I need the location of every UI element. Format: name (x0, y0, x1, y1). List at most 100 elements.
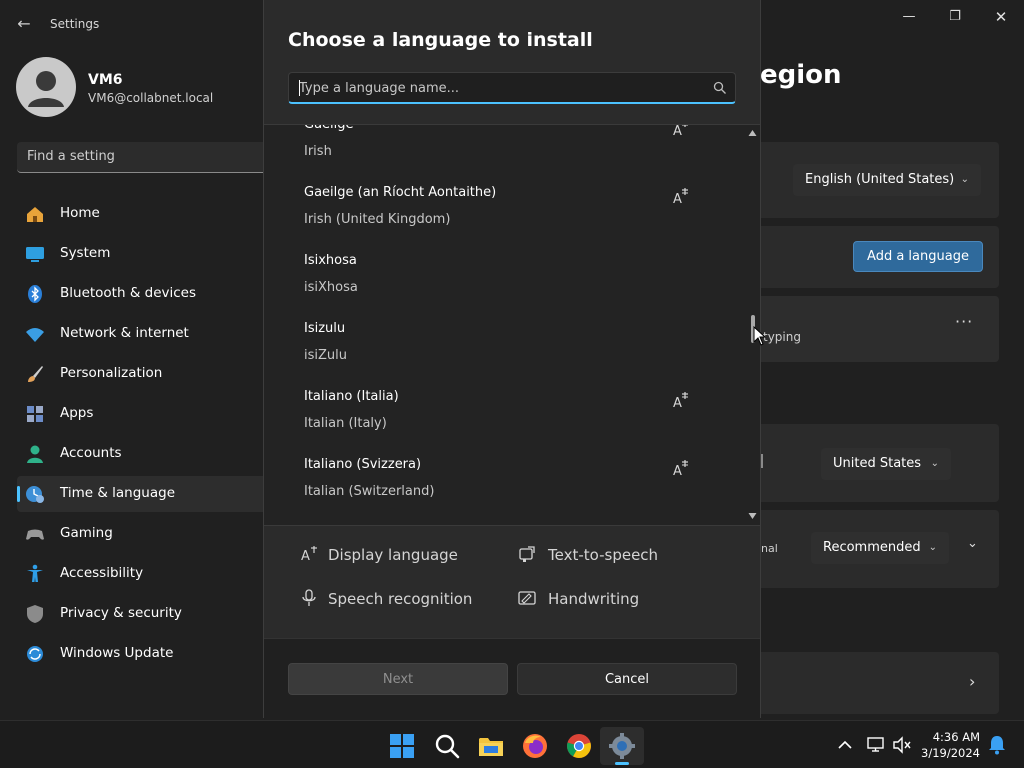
language-search-box[interactable] (288, 72, 736, 104)
country-region-card: United States ⌄ (761, 424, 999, 502)
update-icon (27, 646, 43, 662)
firefox-icon[interactable] (522, 733, 548, 759)
minimize-icon[interactable]: — (894, 6, 924, 28)
display-language-icon: A (673, 125, 688, 137)
language-option[interactable]: Isizulu isiZulu (304, 321, 704, 363)
speech-recognition-label: Speech recognition (328, 590, 473, 608)
text-to-speech-label: Text-to-speech (548, 546, 659, 564)
language-name: Gaeilge (304, 124, 354, 132)
language-entry-card[interactable]: typing ··· (761, 296, 999, 362)
brush-icon (28, 366, 43, 382)
language-option[interactable]: Isixhosa isiXhosa (304, 253, 704, 295)
svg-text:A: A (301, 549, 310, 563)
notification-bell-icon[interactable] (988, 735, 1006, 755)
mouse-cursor-icon (753, 326, 767, 346)
sidebar-item-label: Time & language (60, 485, 176, 501)
search-icon[interactable] (434, 733, 460, 759)
language-option[interactable]: Gaeilge (an Ríocht Aontaithe) Irish (Unit… (304, 185, 704, 227)
sidebar-item-gaming[interactable]: Gaming (17, 516, 267, 552)
chevron-down-icon: ⌄ (930, 458, 939, 469)
taskbar: 4:36 AM 3/19/2024 (0, 720, 1024, 768)
scroll-down-icon[interactable] (748, 512, 757, 520)
regional-fragment: nal (761, 542, 778, 555)
active-app-indicator (615, 762, 629, 765)
sidebar-item-windows-update[interactable]: Windows Update (17, 636, 267, 672)
sidebar-item-time-language[interactable]: Time & language (17, 476, 267, 512)
settings-icon[interactable] (609, 733, 635, 759)
time-language-icon (26, 486, 44, 503)
sidebar-item-label: System (60, 245, 111, 261)
sidebar-item-home[interactable]: Home (17, 196, 267, 232)
sidebar-item-accounts[interactable]: Accounts (17, 436, 267, 472)
handwriting-icon (518, 591, 536, 605)
sidebar-item-accessibility[interactable]: Accessibility (17, 556, 267, 592)
regional-format-value: Recommended (823, 540, 921, 555)
more-options-icon[interactable]: ··· (955, 312, 973, 331)
back-arrow-icon[interactable]: ← (14, 14, 34, 34)
system-clock[interactable]: 4:36 AM 3/19/2024 (921, 729, 980, 761)
display-language-icon: A (673, 392, 688, 409)
volume-muted-icon[interactable] (892, 735, 912, 755)
expand-chevron-icon[interactable]: ⌄ (967, 536, 978, 551)
display-language-dropdown[interactable]: English (United States) ⌄ (793, 164, 981, 196)
sidebar-item-privacy-security[interactable]: Privacy & security (17, 596, 267, 632)
sidebar-item-bluetooth-devices[interactable]: Bluetooth & devices (17, 276, 267, 312)
language-option[interactable]: Gaeilge Irish A (304, 124, 704, 159)
close-icon[interactable]: ✕ (986, 6, 1016, 28)
file-explorer-icon[interactable] (478, 733, 504, 759)
user-silhouette-icon (28, 71, 64, 107)
cancel-button[interactable]: Cancel (517, 663, 737, 695)
next-button[interactable]: Next (288, 663, 508, 695)
language-translation: Irish (United Kingdom) (304, 212, 451, 227)
svg-text:A: A (673, 464, 682, 477)
country-value: United States (833, 456, 922, 471)
system-icon (26, 247, 44, 262)
more-settings-card[interactable]: › (761, 652, 999, 714)
gaming-icon (26, 529, 44, 540)
sidebar-item-personalization[interactable]: Personalization (17, 356, 267, 392)
sidebar-item-network-internet[interactable]: Network & internet (17, 316, 267, 352)
preferred-languages-card: Add a language (761, 226, 999, 288)
chevron-right-icon: › (969, 672, 976, 691)
user-name: VM6 (88, 72, 123, 88)
language-name: Italiano (Svizzera) (304, 457, 422, 472)
add-language-button[interactable]: Add a language (853, 241, 983, 272)
windows-start-icon[interactable] (389, 733, 415, 759)
display-language-icon: A (301, 546, 317, 563)
chevron-up-icon[interactable] (836, 736, 854, 754)
svg-text:A: A (673, 192, 682, 205)
language-option[interactable]: Italiano (Svizzera) Italian (Switzerland)… (304, 457, 704, 499)
find-setting-input[interactable]: Find a setting (17, 142, 267, 173)
restore-icon[interactable]: ❐ (940, 6, 970, 28)
sidebar-item-label: Privacy & security (60, 605, 182, 621)
svg-text:A: A (673, 396, 682, 409)
language-translation: isiXhosa (304, 280, 358, 295)
avatar[interactable] (16, 57, 76, 117)
dialog-title: Choose a language to install (288, 29, 593, 51)
typing-fragment: typing (763, 330, 801, 344)
search-icon[interactable] (713, 81, 727, 95)
shield-icon (27, 605, 43, 623)
language-name: Isizulu (304, 321, 346, 336)
accounts-icon (27, 445, 43, 463)
language-search-input[interactable] (299, 78, 699, 98)
language-name: Isixhosa (304, 253, 357, 268)
language-option[interactable]: Italiano (Italia) Italian (Italy) A (304, 389, 704, 431)
sidebar-item-system[interactable]: System (17, 236, 267, 272)
chevron-down-icon: ⌄ (928, 542, 937, 553)
windows-display-language-card: English (United States) ⌄ (761, 142, 999, 218)
display-language-value: English (United States) (805, 172, 955, 187)
sidebar-item-apps[interactable]: Apps (17, 396, 267, 432)
choose-language-dialog: Choose a language to install Gaeilge Iris… (263, 0, 761, 718)
sidebar-item-label: Windows Update (60, 645, 174, 661)
language-list[interactable]: Gaeilge Irish A Gaeilge (an Ríocht Aontaith… (264, 124, 760, 526)
chrome-icon[interactable] (566, 733, 592, 759)
accessibility-icon (27, 564, 43, 582)
find-setting-placeholder: Find a setting (27, 149, 115, 164)
country-dropdown[interactable]: United States ⌄ (821, 448, 951, 480)
dialog-footer: Next Cancel (264, 638, 760, 718)
regional-format-dropdown[interactable]: Recommended ⌄ (811, 532, 949, 564)
scroll-up-icon[interactable] (748, 129, 757, 137)
sidebar-item-label: Accessibility (60, 565, 144, 581)
network-icon[interactable] (866, 735, 886, 755)
